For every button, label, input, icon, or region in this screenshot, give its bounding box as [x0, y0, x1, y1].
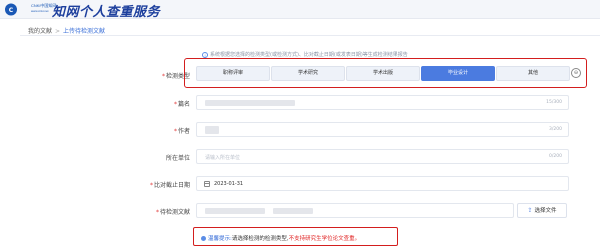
- breadcrumb: 我的文献 > 上传待检测文献: [28, 26, 105, 35]
- tip-highlight-box: [193, 227, 398, 246]
- type-highlight-box: [184, 58, 587, 88]
- author-char-count: 3/200: [549, 127, 562, 132]
- org-input[interactable]: 请输入所在单位 0/200: [196, 149, 569, 164]
- org-char-count: 0/200: [549, 154, 562, 159]
- org-placeholder: 请输入所在单位: [205, 155, 241, 161]
- type-label: *检测类型: [161, 73, 190, 80]
- title-input[interactable]: 15/300: [196, 95, 569, 110]
- redacted-file-name: [205, 208, 265, 214]
- title-label: *篇名: [173, 101, 190, 108]
- breadcrumb-separator: >: [55, 28, 61, 35]
- file-label: *待检测文献: [155, 209, 190, 216]
- date-value: 2023-01-31: [214, 181, 244, 187]
- date-label: *比对截止日期: [149, 182, 190, 189]
- choose-file-button[interactable]: ⇪ 选择文件: [517, 203, 567, 218]
- redacted-author: [205, 126, 219, 134]
- title-char-count: 15/300: [546, 100, 562, 105]
- redacted-title: [205, 100, 295, 106]
- file-input[interactable]: [196, 203, 514, 218]
- calendar-icon: [204, 181, 210, 187]
- breadcrumb-current: 上传待检测文献: [63, 28, 106, 35]
- cnki-logo-icon[interactable]: C: [4, 2, 30, 17]
- service-title: 知网个人查重服务: [52, 5, 161, 20]
- upload-icon: ⇪: [527, 207, 533, 214]
- breadcrumb-root-link[interactable]: 我的文献: [28, 28, 52, 35]
- info-icon: i: [202, 51, 208, 58]
- date-picker[interactable]: 2023-01-31: [196, 176, 569, 191]
- notice-text: i 系统根据您选择的检测类型(或检测方式)、比对截止日期(或发表日期)等生成检测结…: [202, 51, 408, 58]
- divider: [20, 35, 600, 36]
- top-header: C CNKi中国知网 www.cnki.net 知网个人查重服务: [0, 0, 600, 20]
- author-input[interactable]: 3/200: [196, 122, 569, 137]
- org-label: 所在单位: [165, 155, 190, 162]
- author-label: *作者: [173, 128, 190, 135]
- redacted-file-name: [273, 208, 313, 214]
- logo-subtext: www.cnki.net: [31, 9, 49, 13]
- svg-text:C: C: [9, 7, 14, 14]
